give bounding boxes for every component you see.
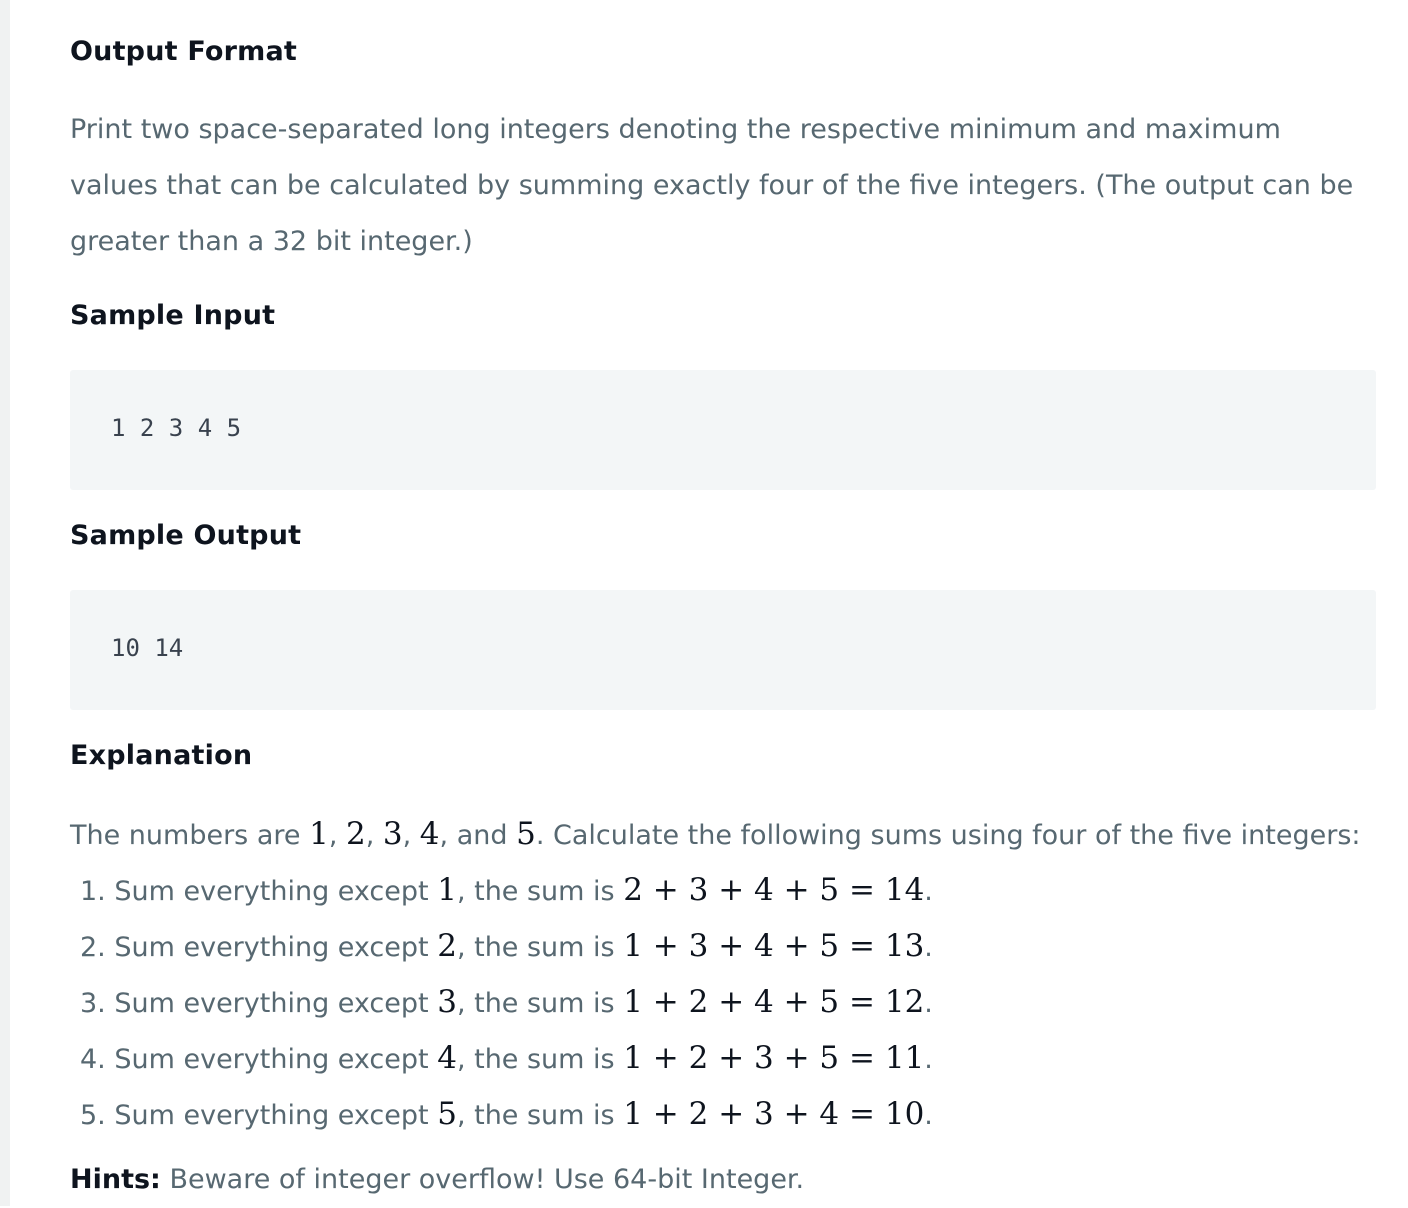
list-item: 5. Sum everything except 5, the sum is 1… bbox=[80, 1086, 933, 1142]
number-1: 1 bbox=[309, 816, 329, 852]
sum-expression: 2 + 3 + 4 + 5 = 14 bbox=[623, 872, 925, 908]
separator: , bbox=[365, 820, 383, 851]
sum-expression: 1 + 2 + 3 + 4 = 10 bbox=[623, 1096, 925, 1132]
hints-text: Beware of integer overflow! Use 64-bit I… bbox=[160, 1164, 805, 1195]
separator: , and bbox=[439, 820, 517, 851]
number-3: 3 bbox=[382, 816, 403, 852]
sample-input-heading: Sample Input bbox=[70, 300, 276, 331]
output-format-heading: Output Format bbox=[70, 36, 298, 67]
number-2: 2 bbox=[345, 816, 366, 852]
item-prefix: 3. Sum everything except bbox=[80, 988, 438, 1019]
sample-input-box: 1 2 3 4 5 bbox=[70, 370, 1376, 490]
separator: , bbox=[402, 820, 420, 851]
sample-output-code: 10 14 bbox=[111, 634, 184, 662]
number-4: 4 bbox=[419, 816, 440, 852]
sample-output-heading: Sample Output bbox=[70, 520, 302, 551]
item-suffix: . bbox=[924, 932, 933, 963]
item-suffix: . bbox=[924, 1100, 933, 1131]
item-prefix: 5. Sum everything except bbox=[80, 1100, 438, 1131]
item-suffix: . bbox=[924, 988, 933, 1019]
excluded-number: 5 bbox=[437, 1096, 457, 1132]
excluded-number: 3 bbox=[437, 984, 457, 1020]
item-prefix: 4. Sum everything except bbox=[80, 1044, 438, 1075]
item-middle: , the sum is bbox=[456, 988, 624, 1019]
item-suffix: . bbox=[924, 876, 933, 907]
left-border bbox=[0, 0, 10, 1206]
item-middle: , the sum is bbox=[456, 1100, 624, 1131]
item-suffix: . bbox=[924, 1044, 933, 1075]
sum-expression: 1 + 3 + 4 + 5 = 13 bbox=[623, 928, 925, 964]
item-prefix: 2. Sum everything except bbox=[80, 932, 438, 963]
list-item: 3. Sum everything except 3, the sum is 1… bbox=[80, 974, 933, 1030]
sample-input-code: 1 2 3 4 5 bbox=[111, 414, 242, 442]
sums-list: 1. Sum everything except 1, the sum is 2… bbox=[80, 862, 933, 1142]
sum-expression: 1 + 2 + 3 + 5 = 11 bbox=[623, 1040, 925, 1076]
item-middle: , the sum is bbox=[456, 876, 624, 907]
list-item: 2. Sum everything except 2, the sum is 1… bbox=[80, 918, 933, 974]
separator: , bbox=[328, 820, 346, 851]
hints: Hints: Beware of integer overflow! Use 6… bbox=[70, 1152, 804, 1208]
hints-label: Hints: bbox=[70, 1164, 161, 1195]
item-middle: , the sum is bbox=[456, 1044, 624, 1075]
output-format-text: Print two space-separated long integers … bbox=[70, 114, 1354, 257]
list-item: 4. Sum everything except 4, the sum is 1… bbox=[80, 1030, 933, 1086]
explanation-heading: Explanation bbox=[70, 740, 253, 771]
intro-prefix: The numbers are bbox=[70, 820, 310, 851]
item-prefix: 1. Sum everything except bbox=[80, 876, 438, 907]
excluded-number: 2 bbox=[437, 928, 457, 964]
number-5: 5 bbox=[516, 816, 536, 852]
intro-suffix: . Calculate the following sums using fou… bbox=[535, 820, 1361, 851]
list-item: 1. Sum everything except 1, the sum is 2… bbox=[80, 862, 933, 918]
item-middle: , the sum is bbox=[456, 932, 624, 963]
explanation-intro: The numbers are 1, 2, 3, 4, and 5. Calcu… bbox=[70, 806, 1361, 864]
sum-expression: 1 + 2 + 4 + 5 = 12 bbox=[623, 984, 925, 1020]
excluded-number: 4 bbox=[437, 1040, 457, 1076]
sample-output-box: 10 14 bbox=[70, 590, 1376, 710]
excluded-number: 1 bbox=[437, 872, 457, 908]
